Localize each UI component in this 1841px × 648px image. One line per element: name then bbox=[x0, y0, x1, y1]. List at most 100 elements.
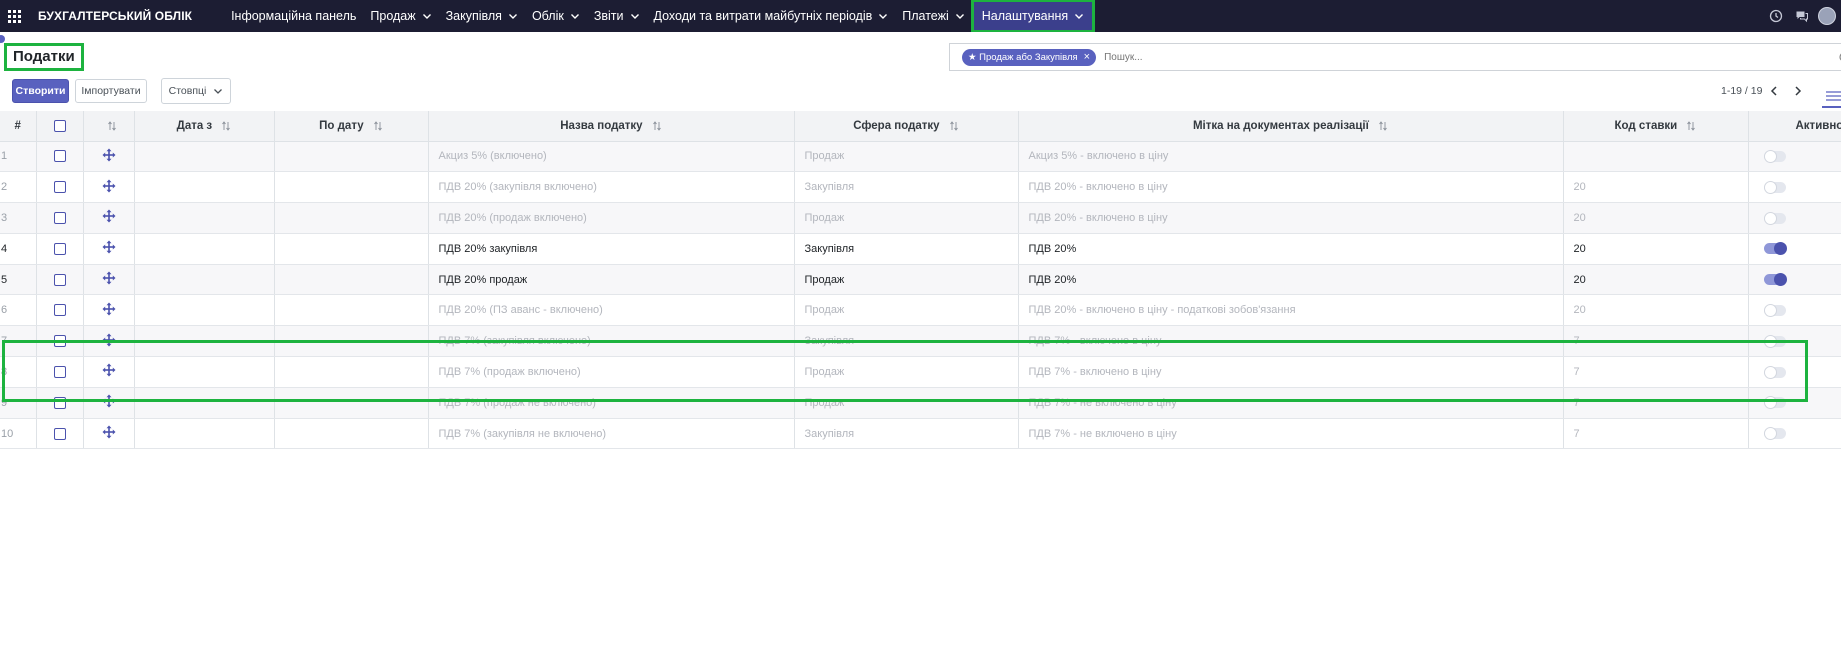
active-toggle[interactable] bbox=[1763, 149, 1786, 163]
col-active[interactable]: Активно bbox=[1748, 111, 1841, 142]
row-checkbox[interactable] bbox=[53, 366, 66, 379]
active-toggle[interactable] bbox=[1763, 180, 1786, 194]
menu-item-dashboard[interactable]: Інформаційна панель bbox=[224, 0, 363, 32]
cell-tax-name[interactable]: ПДВ 7% (продаж включено) bbox=[428, 356, 795, 388]
cell-date-to[interactable] bbox=[274, 356, 429, 388]
cell-invoice-label[interactable]: ПДВ 20% - включено в ціну - податкові зо… bbox=[1018, 294, 1564, 327]
col-rate-code[interactable]: Код ставки bbox=[1563, 111, 1749, 142]
cell-active[interactable] bbox=[1748, 294, 1841, 327]
row-select[interactable] bbox=[36, 294, 84, 327]
cell-active[interactable] bbox=[1748, 141, 1841, 173]
pager-value[interactable]: 1-19 / 19 bbox=[1721, 85, 1762, 97]
menu-item-reports[interactable]: Звіти bbox=[587, 0, 647, 32]
menu-item-payments[interactable]: Платежі bbox=[895, 0, 972, 32]
active-toggle[interactable] bbox=[1763, 427, 1786, 441]
cell-invoice-label[interactable]: ПДВ 20% - включено в ціну bbox=[1018, 171, 1564, 204]
table-row[interactable]: 9 ПДВ 7% (продаж не включено) Продаж ПДВ 7%… bbox=[0, 387, 1841, 419]
row-select[interactable] bbox=[36, 418, 84, 450]
cell-rate-code[interactable]: 20 bbox=[1563, 202, 1749, 234]
cell-date-from[interactable] bbox=[134, 294, 275, 327]
drag-handle[interactable] bbox=[83, 141, 135, 173]
cell-date-to[interactable] bbox=[274, 171, 429, 204]
cell-tax-scope[interactable]: Закупівля bbox=[794, 233, 1019, 265]
col-tax-name[interactable]: Назва податку bbox=[428, 111, 795, 142]
active-toggle[interactable] bbox=[1763, 396, 1786, 410]
row-checkbox[interactable] bbox=[53, 396, 66, 409]
cell-date-from[interactable] bbox=[134, 202, 275, 234]
table-row[interactable]: 2 ПДВ 20% (закупівля включено) Закупівля ПД… bbox=[0, 171, 1841, 204]
table-row[interactable]: 10 ПДВ 7% (закупівля не включено) Закупівл… bbox=[0, 418, 1841, 450]
cell-invoice-label[interactable]: ПДВ 20% bbox=[1018, 264, 1564, 296]
cell-tax-scope[interactable]: Закупівля bbox=[794, 325, 1019, 358]
pager-next-button[interactable] bbox=[1786, 84, 1810, 98]
cell-date-to[interactable] bbox=[274, 233, 429, 265]
cell-date-from[interactable] bbox=[134, 387, 275, 419]
drag-handle[interactable] bbox=[83, 171, 135, 204]
active-toggle[interactable] bbox=[1763, 303, 1786, 317]
row-checkbox[interactable] bbox=[53, 427, 66, 440]
menu-item-settings[interactable]: Налаштування bbox=[970, 0, 1096, 33]
active-toggle[interactable] bbox=[1763, 242, 1787, 256]
cell-date-to[interactable] bbox=[274, 202, 429, 234]
row-select[interactable] bbox=[36, 171, 84, 204]
menu-item-purchases[interactable]: Закупівля bbox=[439, 0, 525, 32]
cell-invoice-label[interactable]: ПДВ 20% - включено в ціну bbox=[1018, 202, 1564, 234]
row-select[interactable] bbox=[36, 356, 84, 388]
cell-active[interactable] bbox=[1748, 264, 1841, 296]
active-toggle[interactable] bbox=[1763, 365, 1786, 379]
search-input[interactable] bbox=[1104, 51, 1705, 63]
messaging-button[interactable] bbox=[1789, 0, 1815, 32]
drag-handle[interactable] bbox=[83, 387, 135, 419]
cell-date-to[interactable] bbox=[274, 264, 429, 296]
col-select-all[interactable] bbox=[36, 111, 84, 142]
cell-rate-code[interactable]: 7 bbox=[1563, 418, 1749, 450]
cell-tax-scope[interactable]: Продаж bbox=[794, 202, 1019, 234]
row-checkbox[interactable] bbox=[53, 304, 66, 317]
drag-handle[interactable] bbox=[83, 418, 135, 450]
cell-invoice-label[interactable]: ПДВ 20% bbox=[1018, 233, 1564, 265]
active-toggle[interactable] bbox=[1763, 334, 1786, 348]
activity-button[interactable] bbox=[1763, 0, 1789, 32]
table-row[interactable]: 6 ПДВ 20% (ПЗ аванс - включено) Продаж ПДВ … bbox=[0, 294, 1841, 327]
search-facet[interactable]: ★ Продаж або Закупівля × bbox=[962, 48, 1097, 66]
cell-tax-name[interactable]: ПДВ 20% (продаж включено) bbox=[428, 202, 795, 234]
row-select[interactable] bbox=[36, 141, 84, 173]
cell-tax-name[interactable]: ПДВ 7% (закупівля включено) bbox=[428, 325, 795, 358]
cell-tax-name[interactable]: Акциз 5% (включено) bbox=[428, 141, 795, 173]
col-date-to[interactable]: По дату bbox=[274, 111, 429, 142]
columns-button[interactable]: Стовпці bbox=[161, 78, 231, 104]
cell-active[interactable] bbox=[1748, 418, 1841, 450]
cell-date-from[interactable] bbox=[134, 264, 275, 296]
apps-menu-button[interactable] bbox=[0, 0, 28, 32]
cell-date-to[interactable] bbox=[274, 387, 429, 419]
cell-active[interactable] bbox=[1748, 171, 1841, 204]
drag-handle[interactable] bbox=[83, 233, 135, 265]
cell-tax-name[interactable]: ПДВ 20% (закупівля включено) bbox=[428, 171, 795, 204]
drag-handle[interactable] bbox=[83, 294, 135, 327]
cell-tax-name[interactable]: ПДВ 20% продаж bbox=[428, 264, 795, 296]
cell-date-to[interactable] bbox=[274, 325, 429, 358]
clear-icon[interactable] bbox=[1834, 50, 1841, 64]
drag-handle[interactable] bbox=[83, 356, 135, 388]
row-checkbox[interactable] bbox=[53, 273, 66, 286]
cell-date-from[interactable] bbox=[134, 171, 275, 204]
list-view-button[interactable] bbox=[1822, 82, 1841, 108]
cell-invoice-label[interactable]: ПДВ 7% - включено в ціну bbox=[1018, 356, 1564, 388]
cell-rate-code[interactable]: 20 bbox=[1563, 171, 1749, 204]
cell-date-from[interactable] bbox=[134, 325, 275, 358]
cell-tax-name[interactable]: ПДВ 20% (ПЗ аванс - включено) bbox=[428, 294, 795, 327]
cell-date-from[interactable] bbox=[134, 233, 275, 265]
create-button[interactable]: Створити bbox=[12, 79, 69, 103]
row-select[interactable] bbox=[36, 387, 84, 419]
pager-previous-button[interactable] bbox=[1762, 84, 1786, 98]
cell-rate-code[interactable]: 7 bbox=[1563, 387, 1749, 419]
row-select[interactable] bbox=[36, 325, 84, 358]
cell-rate-code[interactable]: 7 bbox=[1563, 356, 1749, 388]
table-row[interactable]: 8 ПДВ 7% (продаж включено) Продаж ПДВ 7% - … bbox=[0, 356, 1841, 388]
cell-tax-name[interactable]: ПДВ 7% (продаж не включено) bbox=[428, 387, 795, 419]
cell-rate-code[interactable] bbox=[1563, 141, 1749, 173]
cell-invoice-label[interactable]: ПДВ 7% - не включено в ціну bbox=[1018, 418, 1564, 450]
table-row[interactable]: 3 ПДВ 20% (продаж включено) Продаж ПДВ 20% … bbox=[0, 202, 1841, 234]
drag-handle[interactable] bbox=[83, 264, 135, 296]
col-date-from[interactable]: Дата з bbox=[134, 111, 275, 142]
